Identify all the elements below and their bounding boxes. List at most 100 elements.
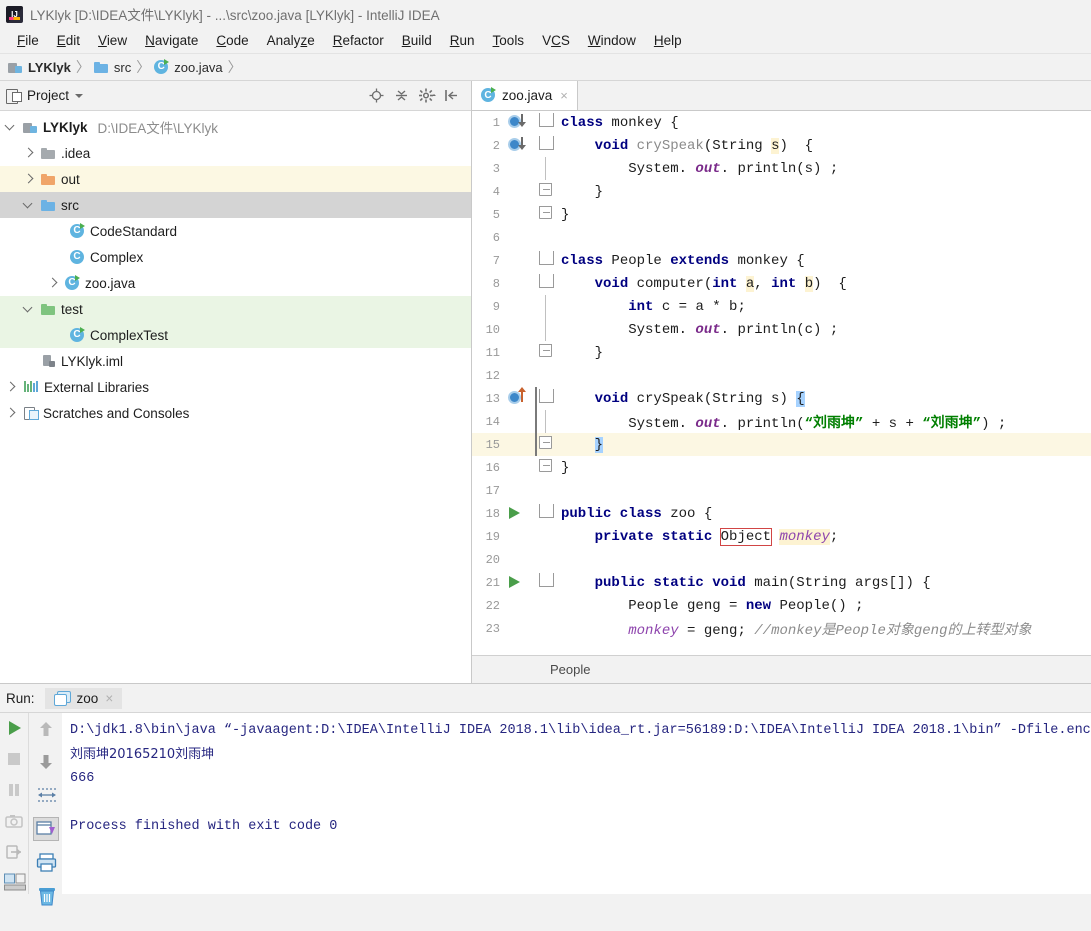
tree-item-external-libraries[interactable]: External Libraries xyxy=(0,374,471,400)
collapse-all-icon[interactable] xyxy=(394,88,409,103)
code-line[interactable]: 16 } xyxy=(472,456,1091,479)
menu-item-tools[interactable]: Tools xyxy=(484,31,534,50)
code-line[interactable]: 11 } xyxy=(472,341,1091,364)
fold-end-icon[interactable] xyxy=(535,433,557,456)
code-line[interactable]: 8 void computer(int a, int b) { xyxy=(472,272,1091,295)
tree-item-lyklyk-iml[interactable]: LYKlyk.iml xyxy=(0,348,471,374)
code-line[interactable]: 22 People geng = new People() ; xyxy=(472,594,1091,617)
camera-icon[interactable] xyxy=(4,811,24,831)
pause-icon[interactable] xyxy=(4,780,24,800)
code-line[interactable]: 21 public static void main(String args[]… xyxy=(472,571,1091,594)
breadcrumb-item-src[interactable]: src xyxy=(93,60,134,75)
code-line[interactable]: 18 public class zoo { xyxy=(472,502,1091,525)
tree-item-zoo-java[interactable]: zoo.java xyxy=(0,270,471,296)
menu-item-run[interactable]: Run xyxy=(441,31,484,50)
code-line[interactable]: 2 void crySpeak(String s) { xyxy=(472,134,1091,157)
menu-item-file[interactable]: File xyxy=(8,31,48,50)
overriding-method-icon[interactable] xyxy=(505,387,535,410)
fold-end-icon[interactable] xyxy=(535,203,557,226)
tree-item-test[interactable]: test xyxy=(0,296,471,322)
code-line[interactable]: 14 System. out. println(“刘雨坤” + s + “刘雨坤… xyxy=(472,410,1091,433)
code-line[interactable]: 6 xyxy=(472,226,1091,249)
chevron-down-icon[interactable] xyxy=(4,121,18,133)
fold-open-icon[interactable] xyxy=(535,272,557,295)
code-line[interactable]: 7 class People extends monkey { xyxy=(472,249,1091,272)
code-line[interactable]: 9 int c = a * b; xyxy=(472,295,1091,318)
tree-item-complex[interactable]: Complex xyxy=(0,244,471,270)
chevron-right-icon[interactable] xyxy=(4,407,18,419)
run-class-icon[interactable] xyxy=(505,502,535,525)
tree-item-out[interactable]: out xyxy=(0,166,471,192)
tree-item-complextest[interactable]: ComplexTest xyxy=(0,322,471,348)
chevron-down-icon[interactable] xyxy=(22,303,36,315)
code-line[interactable]: 4 } xyxy=(472,180,1091,203)
code-line[interactable]: 15 } xyxy=(472,433,1091,456)
run-icon[interactable] xyxy=(4,718,24,738)
run-tab-zoo[interactable]: zoo × xyxy=(44,687,123,709)
code-line[interactable]: 10 System. out. println(c) ; xyxy=(472,318,1091,341)
code-line[interactable]: 1 class monkey { xyxy=(472,111,1091,134)
scroll-down-icon[interactable] xyxy=(36,752,56,772)
menu-item-vcs[interactable]: VCS xyxy=(533,31,579,50)
code-line[interactable]: 13 void crySpeak(String s) { xyxy=(472,387,1091,410)
fold-open-icon[interactable] xyxy=(535,249,557,272)
close-icon[interactable]: × xyxy=(105,691,113,706)
settings-gear-icon[interactable] xyxy=(419,88,436,103)
fold-open-icon[interactable] xyxy=(535,134,557,157)
chevron-right-icon[interactable] xyxy=(22,173,36,185)
hide-panel-icon[interactable] xyxy=(444,88,459,103)
close-icon[interactable]: × xyxy=(560,88,568,103)
fold-open-icon[interactable] xyxy=(535,571,557,594)
menu-item-navigate[interactable]: Navigate xyxy=(136,31,207,50)
code-line[interactable]: 12 xyxy=(472,364,1091,387)
fold-end-icon[interactable] xyxy=(535,456,557,479)
code-line[interactable]: 17 xyxy=(472,479,1091,502)
soft-wrap-icon[interactable] xyxy=(36,785,56,805)
fold-open-icon[interactable] xyxy=(535,502,557,525)
code-editor[interactable]: 1 class monkey { 2 void crySpeak(String … xyxy=(472,111,1091,655)
breadcrumb-item-project[interactable]: LYKlyk xyxy=(8,60,74,75)
layout-icon[interactable] xyxy=(4,873,26,893)
chevron-right-icon[interactable] xyxy=(22,147,36,159)
tree-item-src[interactable]: src xyxy=(0,192,471,218)
menu-item-help[interactable]: Help xyxy=(645,31,691,50)
fold-open-icon[interactable] xyxy=(535,387,557,410)
menu-item-window[interactable]: Window xyxy=(579,31,645,50)
breadcrumb-item-file[interactable]: zoo.java xyxy=(154,58,225,75)
rerun-icon[interactable] xyxy=(4,842,24,862)
menu-item-analyze[interactable]: Analyze xyxy=(258,31,324,50)
code-line[interactable]: 5 } xyxy=(472,203,1091,226)
editor-tab-zoo-java[interactable]: zoo.java × xyxy=(472,81,578,110)
fold-open-icon[interactable] xyxy=(535,111,557,134)
tree-item-idea[interactable]: .idea xyxy=(0,140,471,166)
scroll-to-end-icon[interactable] xyxy=(32,817,59,841)
menu-item-view[interactable]: View xyxy=(89,31,136,50)
print-icon[interactable] xyxy=(36,853,56,873)
chevron-down-icon[interactable] xyxy=(22,199,36,211)
scroll-up-icon[interactable] xyxy=(36,719,56,739)
run-method-icon[interactable] xyxy=(505,571,535,594)
code-line[interactable]: 19 private static Object monkey; xyxy=(472,525,1091,548)
fold-end-icon[interactable] xyxy=(535,180,557,203)
locate-icon[interactable] xyxy=(369,88,384,103)
stop-icon[interactable] xyxy=(4,749,24,769)
tree-item-lyklyk[interactable]: LYKlyk D:\IDEA文件\LYKlyk xyxy=(0,114,471,140)
run-console[interactable]: D:\jdk1.8\bin\java “-javaagent:D:\IDEA\I… xyxy=(62,713,1091,894)
menu-item-code[interactable]: Code xyxy=(207,31,257,50)
tree-item-codestandard[interactable]: CodeStandard xyxy=(0,218,471,244)
trash-icon[interactable] xyxy=(36,886,56,906)
code-line[interactable]: 23 monkey = geng; //monkey是People对象geng的… xyxy=(472,617,1091,640)
menu-item-edit[interactable]: Edit xyxy=(48,31,89,50)
editor-breadcrumb[interactable]: People xyxy=(472,655,1091,683)
chevron-right-icon[interactable] xyxy=(46,277,60,289)
implemented-method-icon[interactable] xyxy=(505,134,535,157)
chevron-right-icon[interactable] xyxy=(4,381,18,393)
tree-item-scratches-and-consoles[interactable]: Scratches and Consoles xyxy=(0,400,471,426)
code-line[interactable]: 20 xyxy=(472,548,1091,571)
fold-end-icon[interactable] xyxy=(535,341,557,364)
implemented-method-icon[interactable] xyxy=(505,111,535,134)
menu-item-build[interactable]: Build xyxy=(393,31,441,50)
menu-item-refactor[interactable]: Refactor xyxy=(324,31,393,50)
code-line[interactable]: 3 System. out. println(s) ; xyxy=(472,157,1091,180)
chevron-down-icon[interactable] xyxy=(75,93,84,98)
